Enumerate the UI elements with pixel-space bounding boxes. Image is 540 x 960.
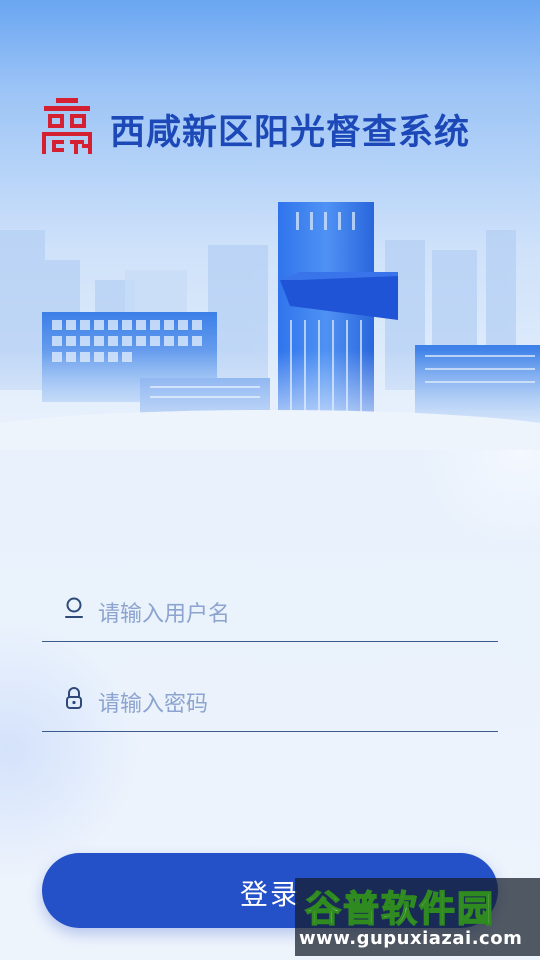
city-skyline-illustration: [0, 202, 540, 450]
password-input[interactable]: 请输入密码: [98, 686, 208, 718]
watermark: 谷普软件园 www.gupuxiazai.com: [295, 878, 540, 956]
app-title: 西咸新区阳光督查系统: [110, 113, 471, 153]
username-input[interactable]: 请输入用户名: [98, 596, 230, 628]
password-field[interactable]: 请输入密码: [42, 674, 498, 732]
login-screen: 西咸新区阳光督查系统 请输入用户名 请输入密码 登录 谷普软件园 www.gup…: [0, 0, 540, 960]
background-glow: [0, 620, 140, 880]
watermark-url: www.gupuxiazai.com: [299, 928, 523, 949]
lock-icon: [66, 687, 82, 709]
username-field[interactable]: 请输入用户名: [42, 584, 498, 642]
red-seal-logo-icon: [42, 98, 92, 154]
watermark-brand: 谷普软件园: [304, 888, 496, 931]
user-icon: [65, 597, 83, 618]
